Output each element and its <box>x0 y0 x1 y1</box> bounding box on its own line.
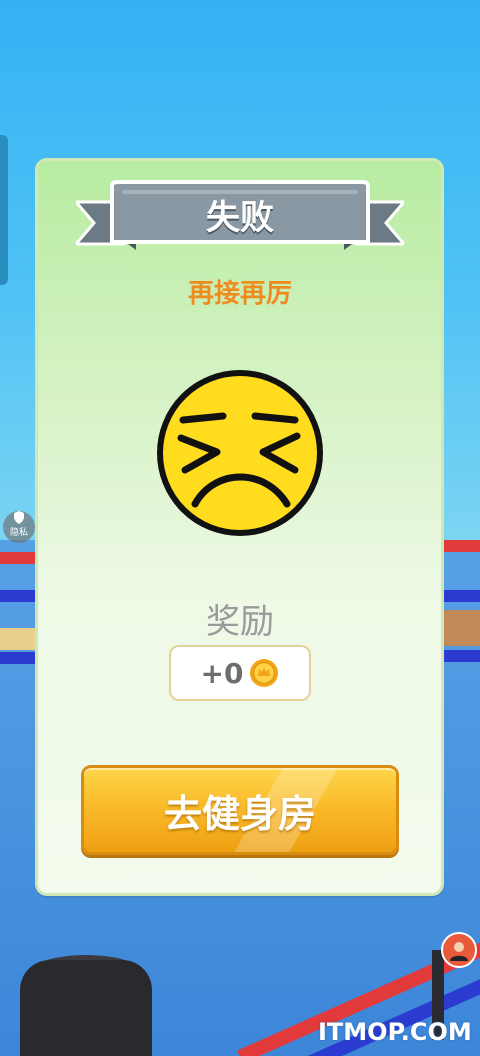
ring-rope <box>0 552 40 564</box>
ring-rope <box>444 610 480 646</box>
shield-icon <box>3 511 35 528</box>
dialog-subtitle: 再接再厉 <box>187 279 292 309</box>
go-to-gym-button[interactable]: 去健身房 <box>81 765 399 855</box>
frustrated-face-icon <box>157 370 323 536</box>
avatar-icon <box>450 942 468 961</box>
coin-icon <box>250 659 279 687</box>
reward-label: 奖励 <box>206 602 274 642</box>
side-tab[interactable] <box>0 135 8 285</box>
ring-rope <box>0 628 40 650</box>
privacy-button[interactable]: 隐私 <box>3 511 35 543</box>
avatar[interactable] <box>441 932 477 968</box>
reward-box: +0 <box>169 645 311 701</box>
ring-rope <box>444 540 480 552</box>
ring-rope <box>444 590 480 602</box>
go-to-gym-label: 去健身房 <box>163 791 316 836</box>
ring-rope <box>0 590 40 602</box>
reward-value: +0 <box>200 656 244 690</box>
ring-rope <box>444 650 480 662</box>
dialog-title: 失败 <box>206 197 274 238</box>
ring-post <box>20 960 152 1056</box>
watermark: ITMOP.COM <box>318 1018 472 1046</box>
privacy-label: 隐私 <box>9 528 28 538</box>
ring-rope <box>0 652 40 664</box>
